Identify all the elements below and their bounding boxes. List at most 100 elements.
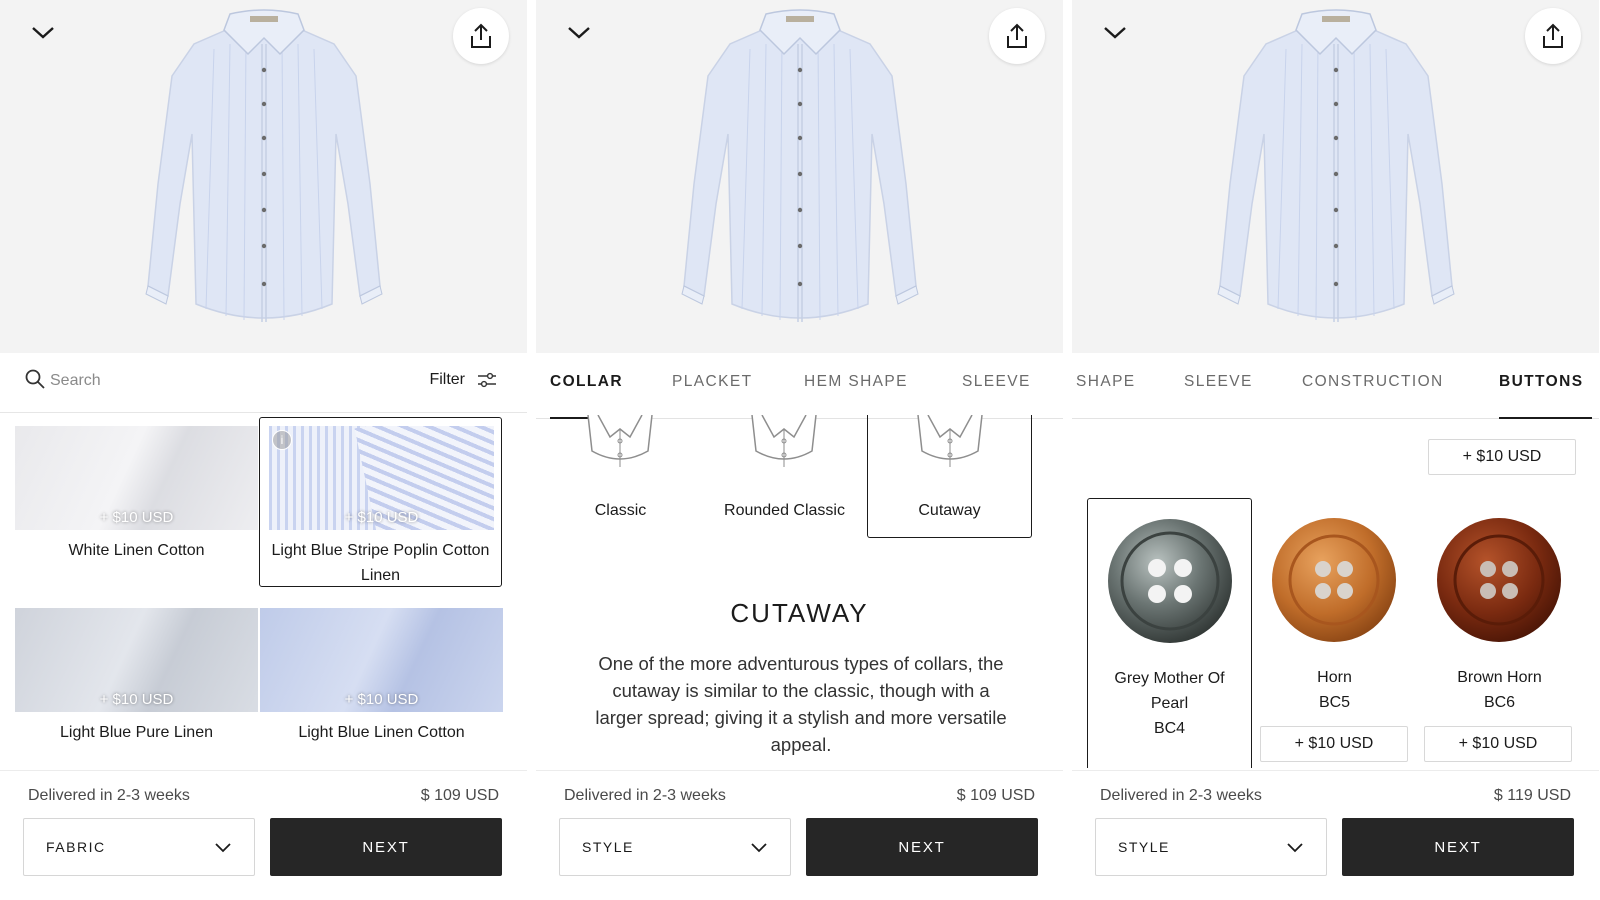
- next-button[interactable]: NEXT: [1342, 818, 1574, 876]
- fabric-price: + $10 USD: [344, 509, 419, 526]
- filter-label: Filter: [429, 371, 465, 388]
- fabric-price: + $10 USD: [99, 509, 174, 526]
- collar-option[interactable]: Classic: [538, 415, 703, 538]
- search-icon: [25, 369, 45, 389]
- fabric-name: Light Blue Pure Linen: [60, 724, 213, 741]
- button-code: BC4: [1153, 720, 1186, 737]
- fabric-swatch: + $10 USD: [15, 608, 258, 712]
- button-option-selected[interactable]: Grey Mother Of Pearl BC4: [1087, 498, 1252, 768]
- fabric-card[interactable]: + $10 USD Light Blue Linen Cotton: [260, 602, 503, 772]
- shirt-image: [1216, 9, 1455, 323]
- button-price-tag: + $10 USD: [1424, 726, 1572, 762]
- sliders-icon: [478, 372, 496, 388]
- step-dropdown[interactable]: STYLE: [559, 818, 791, 876]
- collar-option-label: Rounded Classic: [724, 502, 845, 519]
- tab-sleeve[interactable]: SLEEVE: [962, 373, 1031, 391]
- button-option-label: Grey Mother Of Pearl BC4: [1092, 666, 1247, 741]
- delivery-text: Delivered in 2-3 weeks: [564, 787, 726, 804]
- fabric-card[interactable]: + $10 USD Light Blue Pure Linen: [15, 602, 258, 772]
- button-name: Grey Mother Of: [1114, 670, 1225, 687]
- collar-illustration: [587, 415, 653, 468]
- tab-sleeve[interactable]: SLEEVE: [1184, 373, 1253, 391]
- style-tabs: SHAPE SLEEVE CONSTRUCTION BUTTONS: [1072, 353, 1599, 419]
- fabric-swatch: + $10 USD: [269, 426, 494, 530]
- fabric-swatch: + $10 USD: [260, 608, 503, 712]
- fabric-name: Light Blue Stripe Poplin Cotton Linen: [271, 542, 490, 584]
- button-price-tag: + $10 USD: [1260, 726, 1408, 762]
- total-price: $ 109 USD: [956, 787, 1035, 804]
- share-icon: [1007, 23, 1027, 48]
- collar-description-title: CUTAWAY: [730, 598, 869, 628]
- fabric-card-selected[interactable]: i + $10 USD Light Blue Stripe Poplin Cot…: [259, 417, 502, 587]
- shirt-preview: [0, 0, 527, 353]
- delivery-text: Delivered in 2-3 weeks: [1100, 787, 1262, 804]
- button-name: Brown Horn: [1457, 669, 1542, 686]
- collar-option-label: Cutaway: [918, 502, 981, 519]
- footer-bar: Delivered in 2-3 weeks $ 109 USD FABRIC …: [0, 770, 527, 900]
- chevron-down-icon: [215, 843, 231, 853]
- shirt-image: [144, 9, 383, 323]
- chevron-down-icon: [751, 843, 767, 853]
- share-button[interactable]: [989, 8, 1045, 64]
- total-price: $ 109 USD: [420, 787, 499, 804]
- horn-button-image: [1272, 518, 1396, 642]
- fabric-name: White Linen Cotton: [68, 542, 205, 559]
- share-icon: [471, 23, 491, 48]
- step-dropdown[interactable]: STYLE: [1095, 818, 1327, 876]
- total-price: $ 119 USD: [1493, 787, 1571, 804]
- share-button[interactable]: [1525, 8, 1581, 64]
- collar-option-label: Classic: [594, 502, 647, 519]
- next-button[interactable]: NEXT: [270, 818, 502, 876]
- tab-collar[interactable]: COLLAR: [550, 373, 623, 391]
- tab-placket[interactable]: PLACKET: [672, 373, 752, 391]
- delivery-text: Delivered in 2-3 weeks: [28, 787, 190, 804]
- button-price-tag: + $10 USD: [1428, 439, 1576, 475]
- tab-shape[interactable]: SHAPE: [1076, 373, 1136, 391]
- dropdown-value: STYLE: [1118, 839, 1170, 855]
- share-icon: [1543, 23, 1563, 48]
- collar-panel: COLLAR PLACKET HEM SHAPE SLEEVE Classic …: [536, 0, 1063, 900]
- fabric-search-bar: Filter: [0, 353, 527, 413]
- button-option-label: Horn BC5: [1256, 665, 1413, 715]
- fabric-card[interactable]: + $10 USD White Linen Cotton: [15, 420, 258, 590]
- filter-button[interactable]: Filter: [429, 371, 497, 389]
- fabric-panel: Filter + $10 USD White Linen Cotton i + …: [0, 0, 527, 900]
- dropdown-value: FABRIC: [46, 839, 106, 855]
- share-button[interactable]: [453, 8, 509, 64]
- tab-buttons[interactable]: BUTTONS: [1499, 373, 1583, 391]
- search-input[interactable]: [50, 367, 270, 395]
- fabric-swatch: + $10 USD: [15, 426, 258, 530]
- chevron-down-icon[interactable]: [30, 22, 56, 42]
- shirt-preview: [536, 0, 1063, 353]
- chevron-down-icon[interactable]: [566, 22, 592, 42]
- step-dropdown[interactable]: FABRIC: [23, 818, 255, 876]
- collar-illustration: [751, 415, 817, 468]
- button-code: BC6: [1483, 694, 1516, 711]
- button-name: Horn: [1317, 669, 1352, 686]
- footer-bar: Delivered in 2-3 weeks $ 119 USD STYLE N…: [1072, 770, 1599, 900]
- collar-option[interactable]: Rounded Classic: [702, 415, 867, 538]
- dropdown-value: STYLE: [582, 839, 634, 855]
- collar-illustration: [917, 415, 983, 468]
- tab-hem-shape[interactable]: HEM SHAPE: [804, 373, 908, 391]
- button-name-line2: Pearl: [1150, 695, 1189, 712]
- active-tab-indicator: [1499, 417, 1592, 419]
- buttons-panel: SHAPE SLEEVE CONSTRUCTION BUTTONS + $10 …: [1072, 0, 1599, 900]
- style-tabs: COLLAR PLACKET HEM SHAPE SLEEVE: [536, 353, 1063, 419]
- button-code: BC5: [1318, 694, 1351, 711]
- chevron-down-icon: [1287, 843, 1303, 853]
- tab-construction[interactable]: CONSTRUCTION: [1302, 373, 1444, 391]
- fabric-price: + $10 USD: [344, 691, 419, 708]
- collar-description: One of the more adventurous types of col…: [595, 653, 1007, 755]
- info-icon[interactable]: i: [272, 430, 292, 450]
- mother-of-pearl-button-image: [1108, 519, 1232, 643]
- chevron-down-icon[interactable]: [1102, 22, 1128, 42]
- next-button[interactable]: NEXT: [806, 818, 1038, 876]
- fabric-price: + $10 USD: [99, 691, 174, 708]
- fabric-name: Light Blue Linen Cotton: [298, 724, 465, 741]
- collar-option-selected[interactable]: Cutaway: [867, 415, 1032, 538]
- brown-horn-button-image: [1437, 518, 1561, 642]
- shirt-preview: [1072, 0, 1599, 353]
- footer-bar: Delivered in 2-3 weeks $ 109 USD STYLE N…: [536, 770, 1063, 900]
- shirt-image: [680, 9, 919, 323]
